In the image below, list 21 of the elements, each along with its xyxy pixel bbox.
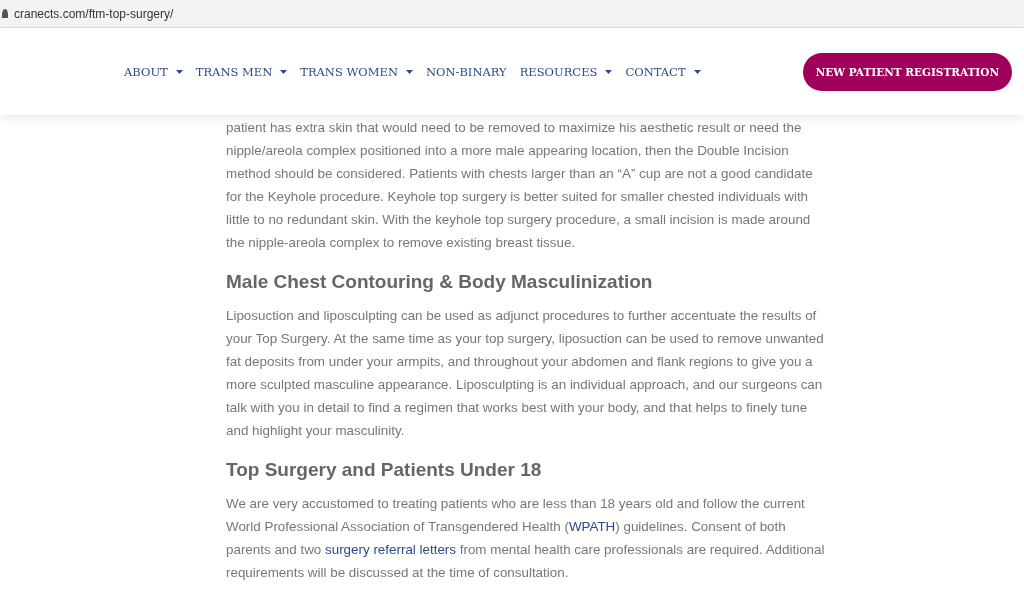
nav-link[interactable]: RESOURCES <box>519 64 613 79</box>
caret-icon <box>605 69 613 74</box>
section-heading: Male Chest Contouring & Body Masculinization <box>226 270 654 294</box>
body-paragraph: We are very accustomed to treating patients who are less than 18 years old and follow the current World Professional Association of Transgendered Health (WPATH) guidelines. Consent of both parents and two surgery referral letters from mental health care professionals are required. Additional requirements will be discussed at the time of consultation. <box>226 495 826 582</box>
nav-link[interactable]: CONTACT <box>625 64 701 79</box>
nav-link[interactable]: TRANS MEN <box>195 64 288 79</box>
text-link[interactable]: WPATH <box>568 519 616 534</box>
nav-link[interactable]: NON-BINARY <box>425 64 507 79</box>
text-link[interactable]: surgery referral letters <box>325 542 456 557</box>
caret-icon <box>175 69 183 74</box>
body-paragraph: patient has extra skin that would need to be removed to maximize his aesthetic result or need the nipple/areola complex positioned into a more male appearing location, then the Double Incision method should be considered. Patients with chests larger than an “A” cup are not a good candidate for the Keyhole procedure. Keyhole top surgery is better suited for smaller chested individuals with little to no redundant skin. With the keyhole top surgery procedure, a small incision is made around the nipple-areola complex to remove existing breast tissue. <box>226 119 814 252</box>
registration-button[interactable]: NEW PATIENT REGISTRATION <box>802 52 1012 91</box>
caret-icon <box>280 69 288 74</box>
caret-icon <box>405 69 413 74</box>
nav-link[interactable]: ABOUT <box>124 64 183 79</box>
section-heading: Top Surgery and Patients Under 18 <box>226 458 543 482</box>
nav-link[interactable]: TRANS WOMEN <box>300 64 413 79</box>
caret-icon <box>693 69 701 74</box>
body-paragraph: Liposuction and liposculpting can be used as adjunct procedures to further accentuate the results of your Top Surgery. At the same time as your top surgery, liposuction can be used to remove unwanted fat deposits from under your armpits, and throughout your abdomen and flank regions to give you a more sculpted masculine appearance. Liposculpting is an individual approach, and our surgeons can talk with you in detail to find a regimen that works best with your body, and that helps to finely tune and highlight your masculinity. <box>226 307 825 440</box>
lock-icon <box>2 9 8 18</box>
url-text[interactable]: cranects.com/ftm-top-surgery/ <box>14 6 174 21</box>
